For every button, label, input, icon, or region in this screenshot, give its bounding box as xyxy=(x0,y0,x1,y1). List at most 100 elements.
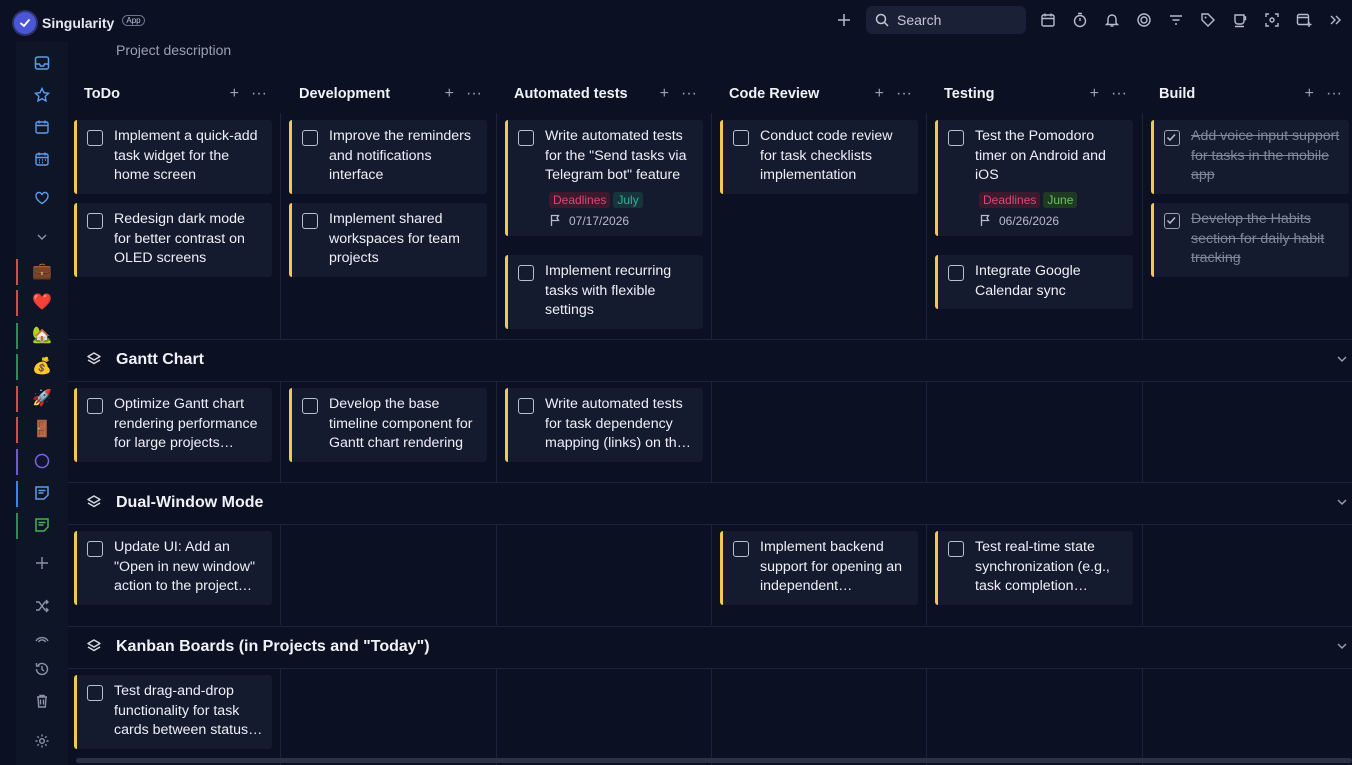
task-checkbox[interactable] xyxy=(87,541,103,557)
more-options-icon[interactable]: ··· xyxy=(251,85,267,103)
group-kanban-boards[interactable]: Kanban Boards (in Projects and "Today") xyxy=(68,626,1352,668)
task-card[interactable]: Implement backend support for opening an… xyxy=(720,531,918,605)
search-input[interactable]: Search xyxy=(866,6,1026,34)
task-card[interactable]: Write automated tests for task dependenc… xyxy=(505,388,703,462)
add-task-icon[interactable]: + xyxy=(1090,85,1099,103)
brand[interactable]: Singularity App xyxy=(14,12,145,34)
add-task-icon[interactable]: + xyxy=(445,85,454,103)
column-header-testing[interactable]: Testing + ··· xyxy=(928,75,1143,113)
task-checkbox[interactable] xyxy=(733,541,749,557)
task-checkbox[interactable] xyxy=(733,130,749,146)
task-card[interactable]: Test real-time state synchronization (e.… xyxy=(935,531,1133,605)
calendar-icon[interactable] xyxy=(1032,6,1064,34)
task-card-completed[interactable]: Add voice input support for tasks in the… xyxy=(1151,120,1349,194)
task-card[interactable]: Test the Pomodoro timer on Android and i… xyxy=(935,120,1133,236)
add-task-icon[interactable]: + xyxy=(660,85,669,103)
task-checkbox[interactable] xyxy=(87,130,103,146)
task-checkbox[interactable] xyxy=(302,398,318,414)
collapse-panel-icon[interactable] xyxy=(1320,6,1352,34)
tag-deadlines[interactable]: Deadlines xyxy=(549,191,611,208)
add-task-icon[interactable]: + xyxy=(875,85,884,103)
project-description[interactable]: Project description xyxy=(116,42,231,58)
more-options-icon[interactable]: ··· xyxy=(1111,85,1127,103)
project-door-icon[interactable]: 🚪 xyxy=(16,414,68,444)
bell-icon[interactable] xyxy=(1096,6,1128,34)
task-card[interactable]: Implement shared workspaces for team pro… xyxy=(289,203,487,277)
more-options-icon[interactable]: ··· xyxy=(681,85,697,103)
calendar-upcoming-icon[interactable] xyxy=(16,144,68,174)
project-money-icon[interactable]: 💰 xyxy=(16,351,68,381)
task-card-completed[interactable]: Develop the Habits section for daily hab… xyxy=(1151,203,1349,277)
task-checkbox[interactable] xyxy=(302,130,318,146)
project-circle-icon[interactable] xyxy=(16,446,68,476)
settings-gear-icon[interactable] xyxy=(16,726,68,756)
focus-frame-icon[interactable] xyxy=(1256,6,1288,34)
history-icon[interactable] xyxy=(16,654,68,684)
add-task-icon[interactable]: + xyxy=(1305,85,1314,103)
column-header-development[interactable]: Development + ··· xyxy=(283,75,498,113)
task-card[interactable]: Improve the reminders and notifications … xyxy=(289,120,487,194)
focus-target-icon[interactable] xyxy=(1128,6,1160,34)
task-card[interactable]: Develop the base timeline component for … xyxy=(289,388,487,462)
project-home-icon[interactable]: 🏡 xyxy=(16,320,68,350)
task-card[interactable]: Test drag-and-drop functionality for tas… xyxy=(74,675,272,749)
coffee-icon[interactable] xyxy=(1224,6,1256,34)
more-options-icon[interactable]: ··· xyxy=(1326,85,1342,103)
tag-icon[interactable] xyxy=(1192,6,1224,34)
add-task-icon[interactable]: + xyxy=(230,85,239,103)
project-heart-icon[interactable]: ❤️ xyxy=(16,287,68,317)
task-card[interactable]: Optimize Gantt chart rendering performan… xyxy=(74,388,272,462)
horizontal-scrollbar[interactable] xyxy=(76,758,1352,763)
task-checkbox[interactable] xyxy=(302,213,318,229)
column-header-automated-tests[interactable]: Automated tests + ··· xyxy=(498,75,713,113)
task-checkbox[interactable] xyxy=(87,685,103,701)
chevron-down-icon[interactable] xyxy=(1336,352,1348,370)
task-checkbox[interactable] xyxy=(518,398,534,414)
trash-icon[interactable] xyxy=(16,686,68,716)
task-card[interactable]: Integrate Google Calendar sync xyxy=(935,255,1133,309)
project-notes-green-icon[interactable] xyxy=(16,510,68,540)
add-project-icon[interactable] xyxy=(16,548,68,578)
task-card[interactable]: Write automated tests for the "Send task… xyxy=(505,120,703,236)
add-window-icon[interactable] xyxy=(1288,6,1320,34)
tag-june[interactable]: June xyxy=(1043,191,1078,208)
add-icon[interactable] xyxy=(828,6,860,34)
task-checkbox[interactable] xyxy=(87,398,103,414)
calendar-today-icon[interactable] xyxy=(16,112,68,142)
task-checkbox[interactable] xyxy=(948,130,964,146)
star-icon[interactable] xyxy=(16,80,68,110)
column-header-code-review[interactable]: Code Review + ··· xyxy=(713,75,928,113)
filter-icon[interactable] xyxy=(1160,6,1192,34)
task-checkbox[interactable] xyxy=(518,265,534,281)
task-checkbox[interactable] xyxy=(948,265,964,281)
column-header-todo[interactable]: ToDo + ··· xyxy=(68,75,283,113)
inbox-icon[interactable] xyxy=(16,48,68,78)
heart-icon[interactable] xyxy=(16,183,68,213)
timer-icon[interactable] xyxy=(1064,6,1096,34)
task-card[interactable]: Implement a quick-add task widget for th… xyxy=(74,120,272,194)
chevron-down-icon[interactable] xyxy=(1336,639,1348,657)
task-card[interactable]: Conduct code review for task checklists … xyxy=(720,120,918,194)
project-rocket-icon[interactable]: 🚀 xyxy=(16,383,68,413)
more-options-icon[interactable]: ··· xyxy=(466,85,482,103)
task-card[interactable]: Redesign dark mode for better contrast o… xyxy=(74,203,272,277)
chevron-down-icon[interactable] xyxy=(16,222,68,252)
task-card[interactable]: Implement recurring tasks with flexible … xyxy=(505,255,703,329)
chevron-down-icon[interactable] xyxy=(1336,495,1348,513)
task-checkbox-checked[interactable] xyxy=(1164,213,1180,229)
task-card[interactable]: Update UI: Add an "Open in new window" a… xyxy=(74,531,272,605)
project-briefcase-icon[interactable]: 💼 xyxy=(16,256,68,286)
task-checkbox[interactable] xyxy=(948,541,964,557)
shuffle-icon[interactable] xyxy=(16,591,68,621)
project-notes-blue-icon[interactable] xyxy=(16,478,68,508)
more-options-icon[interactable]: ··· xyxy=(896,85,912,103)
column-header-build[interactable]: Build + ··· xyxy=(1143,75,1352,113)
task-checkbox[interactable] xyxy=(518,130,534,146)
tag-july[interactable]: July xyxy=(613,191,643,208)
group-dual-window-mode[interactable]: Dual-Window Mode xyxy=(68,482,1352,524)
tag-deadlines[interactable]: Deadlines xyxy=(979,191,1041,208)
task-checkbox[interactable] xyxy=(87,213,103,229)
signal-icon[interactable] xyxy=(16,623,68,653)
group-gantt-chart[interactable]: Gantt Chart xyxy=(68,339,1352,381)
task-checkbox-checked[interactable] xyxy=(1164,130,1180,146)
